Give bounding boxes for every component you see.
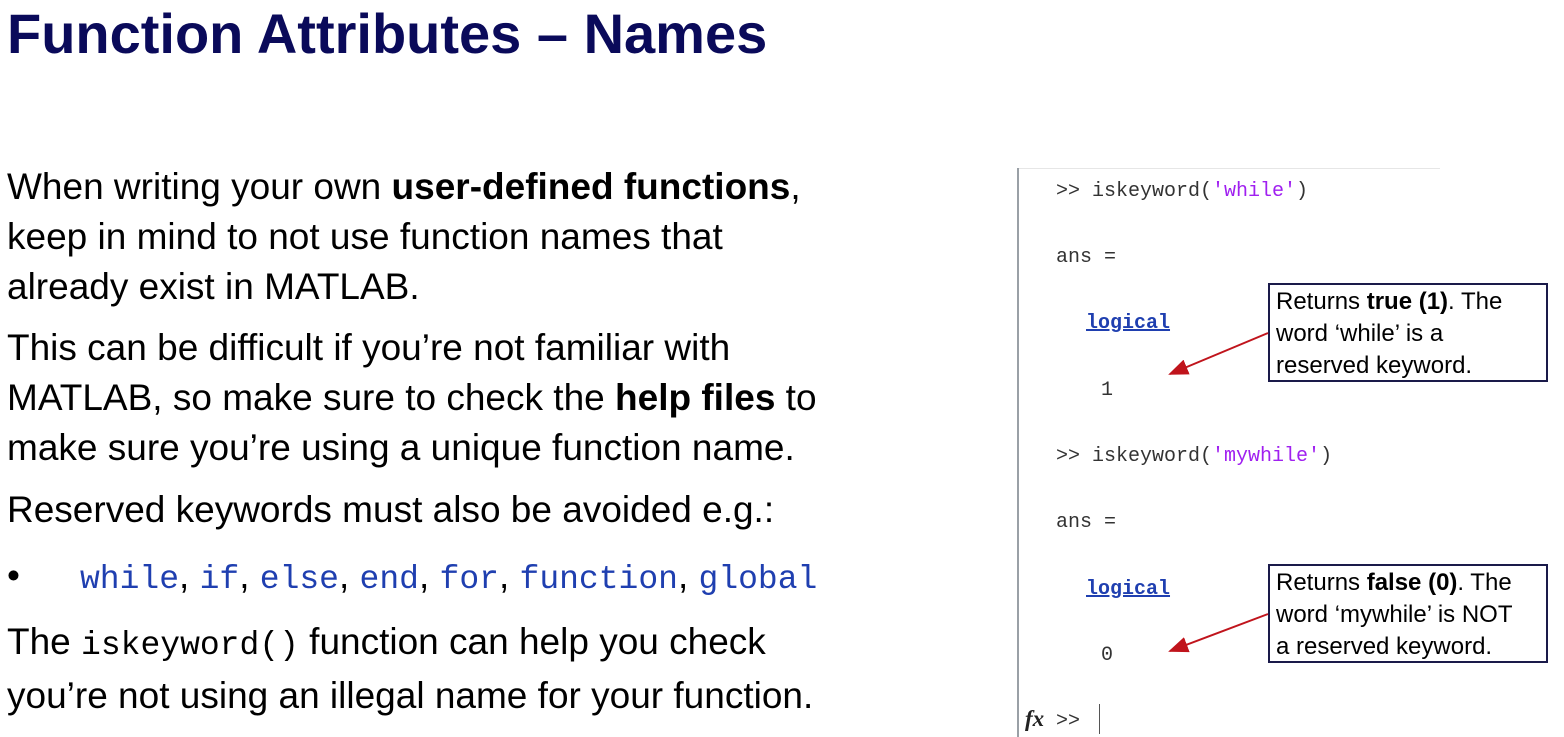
arrow-to-false bbox=[1168, 613, 1269, 653]
callout-arrows bbox=[1168, 332, 1269, 653]
arrow-to-true bbox=[1168, 332, 1269, 375]
